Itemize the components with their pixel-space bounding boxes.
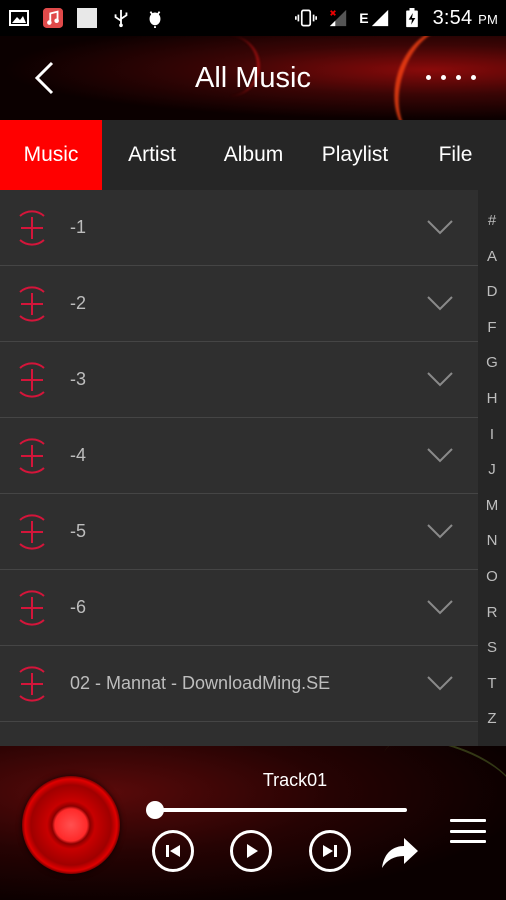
song-title: -4 (70, 445, 87, 465)
index-letter[interactable]: I (490, 426, 494, 462)
song-row[interactable]: -5 (0, 494, 478, 570)
share-icon[interactable] (378, 832, 420, 870)
index-letter[interactable]: M (486, 497, 499, 533)
chevron-down-icon[interactable] (426, 370, 454, 388)
queue-menu-icon (450, 819, 486, 822)
index-letter[interactable]: T (487, 675, 496, 711)
network-type-label: E (359, 10, 369, 26)
chevron-down-icon[interactable] (426, 522, 454, 540)
index-letter[interactable]: O (486, 568, 498, 604)
song-title: -2 (70, 293, 87, 313)
next-button[interactable] (309, 830, 351, 872)
song-title: -1 (70, 217, 87, 237)
add-to-playlist-icon[interactable] (12, 588, 52, 628)
index-letter[interactable]: Z (487, 710, 496, 746)
index-letter[interactable]: F (487, 319, 496, 355)
index-letter[interactable]: H (487, 390, 498, 426)
signal-e-icon (371, 9, 388, 27)
song-title: 02 - Mannat - DownloadMing.SE (70, 673, 331, 693)
chevron-down-icon[interactable] (426, 218, 454, 236)
more-dots-icon (426, 74, 431, 80)
song-title: -6 (70, 597, 87, 617)
song-row[interactable]: -1 (0, 190, 478, 266)
category-tabs: Music Artist Album Playlist File (0, 120, 506, 190)
next-icon (323, 845, 337, 857)
add-to-playlist-icon[interactable] (12, 360, 52, 400)
status-bar: E 3:54 PM (0, 0, 506, 36)
add-to-playlist-icon[interactable] (12, 284, 52, 324)
song-row[interactable]: -6 (0, 570, 478, 646)
more-options-button[interactable] (426, 62, 476, 92)
song-list[interactable]: -1 -2 -3 -4 -5 -6 02 - Mannat - Download… (0, 190, 478, 746)
index-letter[interactable]: N (487, 532, 498, 568)
seek-bar[interactable] (155, 808, 407, 812)
queue-menu-button[interactable] (450, 819, 486, 843)
index-letter[interactable]: J (488, 461, 496, 497)
android-debug-icon (149, 11, 161, 28)
previous-icon (166, 845, 180, 857)
tab-album[interactable]: Album (202, 120, 305, 190)
song-row[interactable]: -4 (0, 418, 478, 494)
chevron-down-icon[interactable] (426, 598, 454, 616)
song-row[interactable]: -2 (0, 266, 478, 342)
blank-square-icon (77, 8, 97, 28)
chevron-down-icon[interactable] (426, 294, 454, 312)
song-row[interactable]: -3 (0, 342, 478, 418)
signal-icon (330, 9, 347, 27)
tab-playlist[interactable]: Playlist (305, 120, 405, 190)
usb-icon (114, 9, 128, 28)
index-letter[interactable]: D (487, 283, 498, 319)
battery-charging-icon (405, 8, 418, 28)
add-to-playlist-icon[interactable] (12, 512, 52, 552)
song-title: -3 (70, 369, 87, 389)
tab-music[interactable]: Music (0, 120, 102, 190)
music-app-icon (43, 8, 63, 28)
now-playing-title: Track01 (262, 770, 328, 790)
previous-button[interactable] (152, 830, 194, 872)
play-icon (247, 844, 258, 858)
chevron-down-icon[interactable] (426, 674, 454, 692)
index-letter[interactable]: # (488, 212, 496, 248)
image-icon (9, 10, 29, 26)
song-row[interactable]: 02 - Mannat - DownloadMing.SE (0, 646, 478, 722)
album-art-disc[interactable] (22, 776, 120, 874)
tab-artist[interactable]: Artist (102, 120, 202, 190)
vibrate-icon (295, 9, 318, 27)
add-to-playlist-icon[interactable] (12, 208, 52, 248)
app-header: All Music (0, 36, 506, 120)
add-to-playlist-icon[interactable] (12, 436, 52, 476)
tab-file[interactable]: File (405, 120, 506, 190)
index-letter[interactable]: S (487, 639, 497, 675)
index-letter[interactable]: R (487, 604, 498, 640)
song-title: -5 (70, 521, 87, 541)
clock: 3:54 PM (432, 6, 498, 29)
alphabet-index[interactable]: # A D F G H I J M N O R S T Z (478, 190, 506, 746)
index-letter[interactable]: G (486, 354, 498, 390)
play-button[interactable] (230, 830, 272, 872)
seek-thumb[interactable] (146, 801, 164, 819)
index-letter[interactable]: A (487, 248, 497, 284)
add-to-playlist-icon[interactable] (12, 664, 52, 704)
mini-player: Track01 (0, 746, 506, 900)
chevron-down-icon[interactable] (426, 446, 454, 464)
